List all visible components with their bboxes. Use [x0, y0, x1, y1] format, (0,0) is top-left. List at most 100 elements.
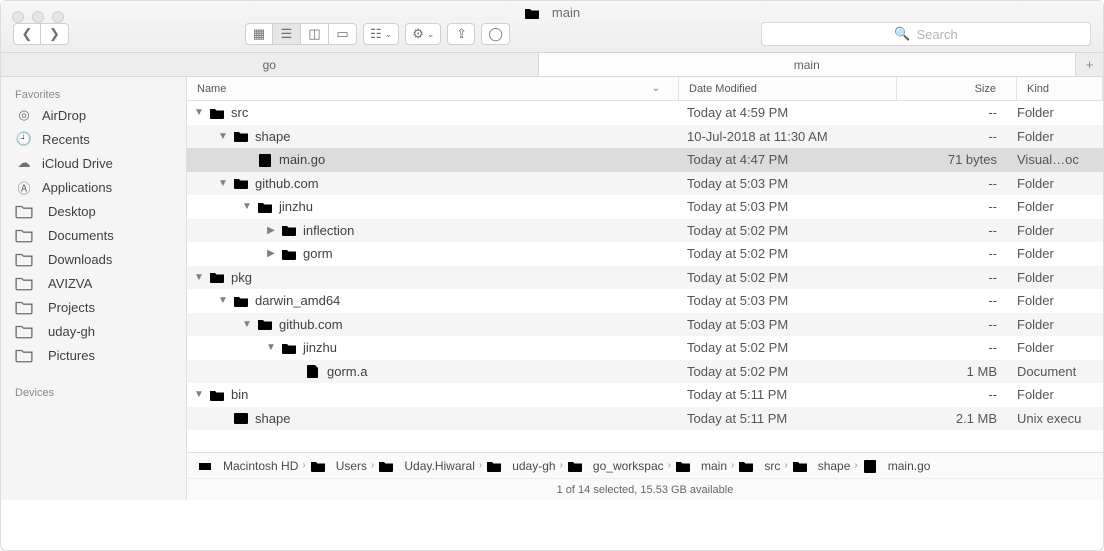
- file-row[interactable]: ▶ inflection Today at 5:02 PM -- Folder: [187, 219, 1103, 243]
- sidebar-item-icloud drive[interactable]: ☁ iCloud Drive: [1, 151, 186, 175]
- search-input[interactable]: 🔍 Search: [761, 22, 1091, 46]
- path-label: shape: [818, 459, 851, 473]
- window-controls: [12, 11, 64, 23]
- folder-icon: [281, 247, 297, 261]
- back-button[interactable]: ❮: [13, 23, 41, 45]
- path-label: Uday.Hiwaral: [404, 459, 474, 473]
- col-name[interactable]: Name⌄: [187, 77, 679, 100]
- sidebar-item-desktop[interactable]: Desktop: [1, 199, 186, 223]
- minimize-window[interactable]: [32, 11, 44, 23]
- sidebar-devices-header: Devices: [1, 381, 186, 401]
- file-name: github.com: [255, 176, 319, 191]
- folder-icon: [15, 251, 33, 267]
- view-icons[interactable]: ▦: [245, 23, 273, 45]
- zoom-window[interactable]: [52, 11, 64, 23]
- file-row[interactable]: ▼ github.com Today at 5:03 PM -- Folder: [187, 172, 1103, 196]
- file-row[interactable]: main.go Today at 4:47 PM 71 bytes Visual…: [187, 148, 1103, 172]
- file-row[interactable]: ▶ gorm Today at 5:02 PM -- Folder: [187, 242, 1103, 266]
- disclosure-arrow-icon[interactable]: ▼: [193, 272, 205, 283]
- sidebar-item-projects[interactable]: Projects: [1, 295, 186, 319]
- file-row[interactable]: ▼ jinzhu Today at 5:03 PM -- Folder: [187, 195, 1103, 219]
- sidebar-item-pictures[interactable]: Pictures: [1, 343, 186, 367]
- file-row[interactable]: ▼ github.com Today at 5:03 PM -- Folder: [187, 313, 1103, 337]
- view-list[interactable]: ☰: [273, 23, 301, 45]
- path-separator-icon: ›: [560, 460, 563, 471]
- path-segment[interactable]: main: [675, 459, 727, 473]
- view-gallery[interactable]: ▭: [329, 23, 357, 45]
- disclosure-arrow-icon[interactable]: ▼: [217, 295, 229, 306]
- sidebar-item-label: Recents: [42, 132, 90, 147]
- sidebar-item-avizva[interactable]: AVIZVA: [1, 271, 186, 295]
- file-kind: Folder: [1017, 293, 1103, 308]
- sidebar-item-documents[interactable]: Documents: [1, 223, 186, 247]
- col-size[interactable]: Size: [897, 77, 1017, 100]
- folder-icon: [281, 341, 297, 355]
- action-menu[interactable]: ⚙ ⌄: [405, 23, 441, 45]
- file-kind: Folder: [1017, 246, 1103, 261]
- folder-icon: [209, 106, 225, 120]
- sidebar-item-label: Desktop: [48, 204, 96, 219]
- folder-icon: [233, 294, 249, 308]
- file-name: jinzhu: [279, 199, 313, 214]
- file-kind: Folder: [1017, 317, 1103, 332]
- file-size: --: [897, 199, 1017, 214]
- file-date: Today at 5:11 PM: [679, 411, 897, 426]
- view-columns[interactable]: ◫: [301, 23, 329, 45]
- file-row[interactable]: ▼ bin Today at 5:11 PM -- Folder: [187, 383, 1103, 407]
- disclosure-arrow-icon[interactable]: ▼: [193, 107, 205, 118]
- sidebar-item-airdrop[interactable]: ◎ AirDrop: [1, 103, 186, 127]
- folder-icon: [233, 129, 249, 143]
- path-segment[interactable]: go_workspac: [567, 459, 664, 473]
- sidebar-item-recents[interactable]: 🕘 Recents: [1, 127, 186, 151]
- disclosure-arrow-icon[interactable]: ▶: [265, 248, 277, 259]
- sidebar-item-downloads[interactable]: Downloads: [1, 247, 186, 271]
- folder-icon: [738, 459, 754, 473]
- file-row[interactable]: ▼ shape 10-Jul-2018 at 11:30 AM -- Folde…: [187, 125, 1103, 149]
- disclosure-arrow-icon[interactable]: ▼: [241, 319, 253, 330]
- gofile-icon: [862, 459, 878, 473]
- new-tab-button[interactable]: +: [1075, 53, 1103, 76]
- file-row[interactable]: ▼ jinzhu Today at 5:02 PM -- Folder: [187, 336, 1103, 360]
- forward-button[interactable]: ❯: [41, 23, 69, 45]
- col-date[interactable]: Date Modified: [679, 77, 897, 100]
- file-list: ▼ src Today at 4:59 PM -- Folder ▼ shape…: [187, 101, 1103, 452]
- disclosure-arrow-icon[interactable]: ▼: [193, 389, 205, 400]
- path-segment[interactable]: shape: [792, 459, 851, 473]
- sidebar-item-uday-gh[interactable]: uday-gh: [1, 319, 186, 343]
- path-segment[interactable]: uday-gh: [486, 459, 555, 473]
- col-kind[interactable]: Kind: [1017, 77, 1103, 100]
- path-segment[interactable]: Macintosh HD: [197, 459, 298, 473]
- disclosure-arrow-icon[interactable]: ▼: [217, 178, 229, 189]
- search-placeholder: Search: [916, 27, 957, 42]
- path-segment[interactable]: Uday.Hiwaral: [378, 459, 474, 473]
- file-size: --: [897, 387, 1017, 402]
- path-segment[interactable]: Users: [310, 459, 367, 473]
- file-date: Today at 5:03 PM: [679, 176, 897, 191]
- share-button[interactable]: ⇪: [447, 23, 475, 45]
- sidebar-favorites-header: Favorites: [1, 83, 186, 103]
- sidebar-item-applications[interactable]: Ⓐ Applications: [1, 175, 186, 199]
- file-size: --: [897, 270, 1017, 285]
- path-segment[interactable]: main.go: [862, 459, 931, 473]
- disclosure-arrow-icon[interactable]: ▶: [265, 225, 277, 236]
- disclosure-arrow-icon[interactable]: ▼: [265, 342, 277, 353]
- close-window[interactable]: [12, 11, 24, 23]
- file-kind: Folder: [1017, 199, 1103, 214]
- folder-icon: [486, 459, 502, 473]
- tab-go[interactable]: go: [1, 53, 538, 76]
- tags-button[interactable]: ◯: [481, 23, 510, 45]
- file-date: Today at 4:47 PM: [679, 152, 897, 167]
- file-size: --: [897, 105, 1017, 120]
- disclosure-arrow-icon[interactable]: ▼: [241, 201, 253, 212]
- file-row[interactable]: ▼ darwin_amd64 Today at 5:03 PM -- Folde…: [187, 289, 1103, 313]
- path-segment[interactable]: src: [738, 459, 780, 473]
- folder-icon: [15, 323, 33, 339]
- disclosure-arrow-icon[interactable]: ▼: [217, 131, 229, 142]
- file-row[interactable]: ▼ pkg Today at 5:02 PM -- Folder: [187, 266, 1103, 290]
- file-row[interactable]: gorm.a Today at 5:02 PM 1 MB Document: [187, 360, 1103, 384]
- file-row[interactable]: shape Today at 5:11 PM 2.1 MB Unix execu: [187, 407, 1103, 431]
- arrange-menu[interactable]: ☷ ⌄: [363, 23, 399, 45]
- file-row[interactable]: ▼ src Today at 4:59 PM -- Folder: [187, 101, 1103, 125]
- sidebar: Favorites ◎ AirDrop 🕘 Recents ☁ iCloud D…: [1, 77, 187, 500]
- tab-main[interactable]: main: [538, 53, 1076, 76]
